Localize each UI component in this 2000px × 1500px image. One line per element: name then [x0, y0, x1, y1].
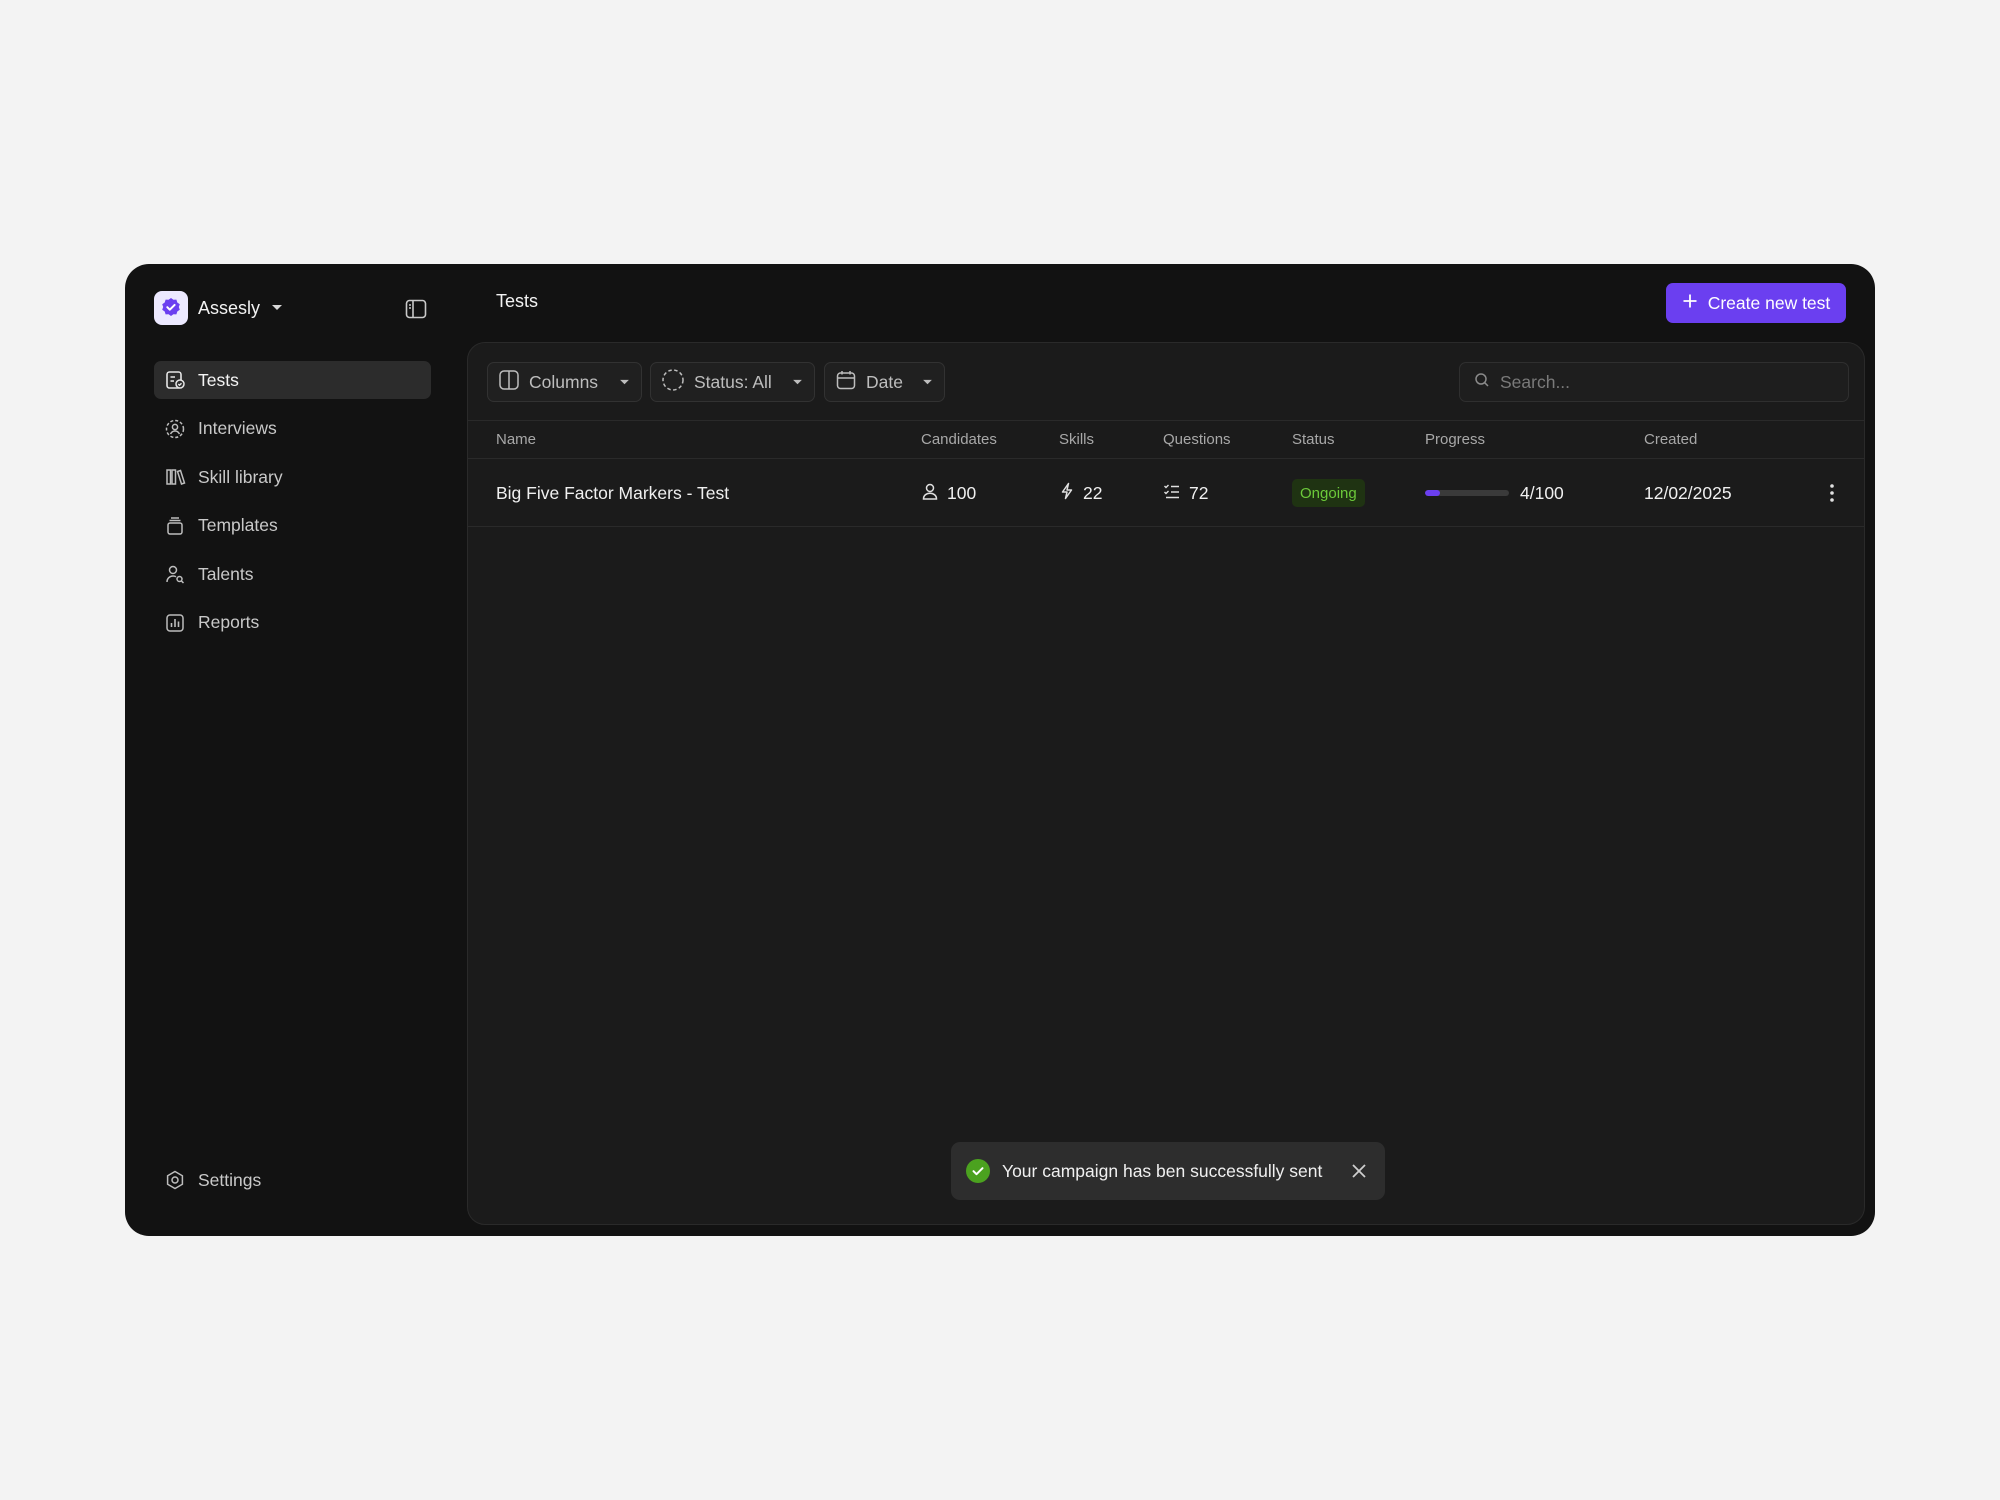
templates-icon	[164, 515, 186, 537]
sidebar-toggle-icon[interactable]	[403, 296, 429, 322]
test-name-cell[interactable]: Big Five Factor Markers - Test	[496, 459, 729, 527]
sidebar-item-interviews[interactable]: Interviews	[154, 410, 431, 448]
sidebar-item-talents[interactable]: Talents	[154, 555, 431, 593]
plus-icon	[1682, 293, 1698, 314]
success-toast: Your campaign has ben successfully sent	[951, 1142, 1385, 1200]
sidebar-item-label: Reports	[198, 612, 260, 633]
filter-toolbar: Columns Status: All Date	[468, 343, 1864, 421]
created-cell: 12/02/2025	[1644, 459, 1732, 527]
skills-cell: 22	[1059, 459, 1102, 527]
create-new-test-button[interactable]: Create new test	[1666, 283, 1846, 323]
caret-down-icon	[270, 301, 284, 315]
columns-label: Columns	[529, 371, 599, 392]
close-icon[interactable]	[1348, 1160, 1370, 1182]
column-header-created[interactable]: Created	[1644, 431, 1697, 448]
columns-filter-button[interactable]: Columns	[487, 362, 642, 402]
verified-badge-icon	[154, 291, 188, 325]
table-row[interactable]: Big Five Factor Markers - Test 100 22 72	[468, 459, 1864, 527]
sidebar-item-label: Tests	[198, 369, 239, 390]
candidates-count: 100	[947, 482, 977, 503]
checklist-icon	[1163, 482, 1181, 505]
sidebar-item-label: Templates	[198, 515, 278, 536]
created-date: 12/02/2025	[1644, 482, 1732, 503]
create-button-label: Create new test	[1707, 292, 1831, 313]
library-icon	[164, 466, 186, 488]
status-cell: Ongoing	[1292, 459, 1365, 527]
table-header: Name Candidates Skills Questions Status …	[468, 421, 1864, 459]
lightning-icon	[1059, 482, 1075, 505]
sidebar-item-templates[interactable]: Templates	[154, 507, 431, 545]
test-clipboard-icon	[164, 369, 186, 391]
progress-bar-fill	[1425, 490, 1441, 496]
column-header-questions[interactable]: Questions	[1163, 431, 1231, 448]
app-window: Assesly Tests Interviews Skill library T…	[125, 264, 1875, 1236]
date-filter-label: Date	[866, 371, 903, 392]
progress-cell: 4/100	[1425, 459, 1564, 527]
page-title: Tests	[496, 291, 539, 311]
status-badge: Ongoing	[1292, 479, 1365, 507]
test-name: Big Five Factor Markers - Test	[496, 482, 730, 503]
questions-count: 72	[1189, 482, 1209, 503]
talent-search-icon	[164, 563, 186, 585]
column-header-skills[interactable]: Skills	[1059, 431, 1094, 448]
search-icon	[1474, 372, 1490, 393]
sidebar-nav: Tests Interviews Skill library Templates	[154, 361, 431, 653]
column-header-progress[interactable]: Progress	[1425, 431, 1485, 448]
calendar-icon	[835, 369, 857, 396]
reports-chart-icon	[164, 612, 186, 634]
column-header-name[interactable]: Name	[496, 431, 536, 448]
sidebar-item-label: Skill library	[198, 466, 283, 487]
interview-user-icon	[164, 418, 186, 440]
sidebar-item-settings[interactable]: Settings	[164, 1169, 261, 1191]
toast-message: Your campaign has ben successfully sent	[1002, 1160, 1323, 1181]
progress-text: 4/100	[1520, 482, 1564, 503]
progress-bar	[1425, 490, 1509, 496]
sidebar-item-tests[interactable]: Tests	[154, 361, 431, 399]
settings-label: Settings	[198, 1169, 262, 1190]
search-input[interactable]	[1500, 371, 1830, 393]
tests-panel: Columns Status: All Date Search... Name …	[467, 342, 1865, 1225]
questions-cell: 72	[1163, 459, 1208, 527]
row-actions-kebab-icon[interactable]	[1820, 481, 1844, 505]
workspace-name: Assesly	[198, 297, 261, 318]
search-box[interactable]	[1459, 362, 1849, 402]
caret-down-icon	[790, 375, 804, 389]
column-header-status[interactable]: Status	[1292, 431, 1335, 448]
status-dashed-circle-icon	[661, 368, 685, 397]
user-icon	[921, 482, 939, 505]
skills-count: 22	[1083, 482, 1103, 503]
gear-icon	[164, 1169, 186, 1191]
sidebar-item-label: Interviews	[198, 418, 277, 439]
sidebar-item-reports[interactable]: Reports	[154, 604, 431, 642]
sidebar-item-label: Talents	[198, 563, 254, 584]
sidebar-item-skill-library[interactable]: Skill library	[154, 458, 431, 496]
candidates-cell: 100	[921, 459, 976, 527]
status-filter-label: Status: All	[694, 371, 772, 392]
caret-down-icon	[617, 375, 631, 389]
success-check-icon	[966, 1159, 990, 1183]
workspace-switcher[interactable]: Assesly	[154, 290, 284, 326]
column-header-candidates[interactable]: Candidates	[921, 431, 997, 448]
status-filter-button[interactable]: Status: All	[650, 362, 815, 402]
date-filter-button[interactable]: Date	[824, 362, 945, 402]
sidebar: Assesly Tests Interviews Skill library T…	[125, 264, 465, 1236]
caret-down-icon	[920, 375, 934, 389]
columns-icon	[498, 369, 520, 396]
